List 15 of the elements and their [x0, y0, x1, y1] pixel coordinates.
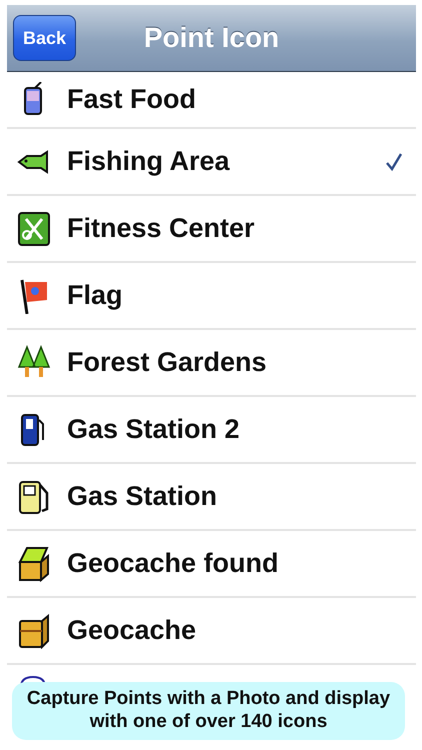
list-item[interactable]: Fitness Center [7, 196, 416, 263]
treasure-chest-icon [17, 546, 51, 582]
list-item[interactable]: Gas Station 2 [7, 397, 416, 464]
treasure-chest-icon [17, 612, 51, 648]
screen-title: Point Icon [144, 22, 280, 54]
list-item[interactable]: Fast Food [7, 72, 416, 129]
list-item[interactable]: Flag [7, 263, 416, 330]
list-item[interactable]: Forest Gardens [7, 330, 416, 397]
list-item[interactable]: Gas Station [7, 464, 416, 531]
back-button[interactable]: Back [13, 15, 76, 61]
list-item[interactable]: Geocache [7, 598, 416, 665]
caption-banner: Capture Points with a Photo and display with one of over 140 icons [12, 682, 405, 740]
list-item[interactable]: Geocache found [7, 531, 416, 598]
list-item[interactable]: Fishing Area [7, 129, 416, 196]
fuel-pump-icon [17, 478, 51, 514]
